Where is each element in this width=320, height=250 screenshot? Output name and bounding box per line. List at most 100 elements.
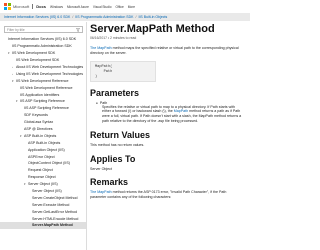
sidebar-item[interactable]: ASP @ Directives <box>0 126 86 133</box>
server-object-link[interactable]: Server Object <box>90 167 240 172</box>
breadcrumb: Internet Information Services (IIS) 6.0 … <box>0 13 250 21</box>
sidebar-item[interactable]: › Using IIS Web Development Technologies <box>0 70 86 77</box>
logo-square-red <box>4 3 7 6</box>
sidebar-item-label: Response Object <box>28 175 56 180</box>
topnav-item[interactable]: Office <box>115 5 123 9</box>
sidebar-item[interactable]: ▾ IIS Web Development Reference <box>0 77 86 84</box>
sidebar-item[interactable]: Server.Execute Method <box>0 201 86 208</box>
mappath-link[interactable]: The MapPath <box>90 190 112 194</box>
company-name: Microsoft <box>13 4 30 9</box>
logo-square-blue <box>4 7 7 10</box>
filter-input[interactable]: Filter by title <box>4 26 83 33</box>
parameter-description: Specifies the relative or virtual path t… <box>102 105 244 124</box>
sidebar-item[interactable]: IIS Application Identifiers <box>0 91 86 98</box>
article-meta: 06/16/2017 • 2 minutes to read <box>90 36 137 40</box>
intro-paragraph: The MapPath method maps the specified re… <box>90 46 240 56</box>
sidebar-item[interactable]: ObjectContext Object (IIS) <box>0 160 86 167</box>
sidebar-item-label: ASP Built-in Objects <box>28 140 61 145</box>
sidebar-item-label: ObjectContext Object (IIS) <box>28 161 70 166</box>
remarks-text: The MapPath method returns the ASP 0173 … <box>90 190 240 200</box>
page-title: Server.MapPath Method <box>90 23 215 35</box>
top-bar: Microsoft Docs Windows Microsoft Azure V… <box>0 0 250 13</box>
sidebar-item-label: IIS ASP Scripting Reference <box>20 99 65 104</box>
sidebar-item-label: About IIS Web Development Technologies <box>16 65 84 69</box>
sidebar-item-label: IIS Web Development Reference <box>16 78 69 83</box>
breadcrumb-item[interactable]: IIS Built-in Objects <box>138 15 167 19</box>
parameters-heading: Parameters <box>90 87 140 98</box>
logo-square-green <box>8 3 11 6</box>
sidebar-item[interactable]: ▾ ASP Built-in Objects <box>0 132 86 139</box>
remarks-heading: Remarks <box>90 177 129 188</box>
sidebar-item[interactable]: Request Object <box>0 167 86 174</box>
sidebar-item[interactable]: › About IIS Web Development Technologies <box>0 64 86 71</box>
sidebar-item[interactable]: Server Object (IIS) <box>0 188 86 195</box>
sidebar-item-label: IIS Application Identifiers <box>20 92 60 97</box>
breadcrumb-separator: / <box>72 15 74 19</box>
sidebar-item[interactable]: Application Object (IIS) <box>0 146 86 153</box>
microsoft-logo[interactable]: Microsoft <box>4 3 29 10</box>
sidebar-item[interactable]: Internet Information Services (IIS) 6.0 … <box>0 36 86 43</box>
top-nav: Windows Microsoft Azure Visual Studio Of… <box>50 5 135 9</box>
applies-to-heading: Applies To <box>90 153 136 164</box>
sidebar-item[interactable]: Server.CreateObject Method <box>0 194 86 201</box>
sidebar-item-label: IIS Web Development Reference <box>20 85 73 90</box>
return-values-heading: Return Values <box>90 129 151 140</box>
sidebar-item-label: Server.Execute Method <box>32 202 70 207</box>
sidebar-item[interactable]: Server.HTMLEncode Method <box>0 215 86 222</box>
sidebar-item[interactable]: Global.asa Syntax <box>0 119 86 126</box>
topnav-item[interactable]: More <box>128 5 135 9</box>
sidebar-item-label: SDF Keywords <box>24 113 48 118</box>
sidebar-item[interactable]: ASPError Object <box>0 153 86 160</box>
breadcrumb-separator: / <box>135 15 137 19</box>
topnav-item[interactable]: Visual Studio <box>93 5 112 9</box>
sidebar-item-label: Application Object (IIS) <box>28 147 65 152</box>
microsoft-logo-icon <box>4 3 11 10</box>
toc-list: Internet Information Services (IIS) 6.0 … <box>0 36 86 229</box>
sidebar-item-label: Server.GetLastError Method <box>32 209 77 214</box>
article: Server.MapPath Method 06/16/2017 • 2 min… <box>90 22 248 250</box>
logo-square-yellow <box>8 7 11 10</box>
mappath-link[interactable]: MapPath <box>174 109 188 113</box>
sidebar-item-label: Server Object (IIS) <box>32 189 62 194</box>
sidebar-item-label: ASP Built-in Objects <box>24 133 57 138</box>
divider <box>32 4 34 9</box>
return-values-text: This method has no return values. <box>90 142 145 147</box>
sidebar-item[interactable]: IIS Programmatic Administration SDK <box>0 43 86 50</box>
syntax-code-block: MapPath( Path ) <box>90 60 156 82</box>
sidebar-item[interactable]: IIS ASP Scripting Reference <box>0 105 86 112</box>
sidebar-item-label: Request Object <box>28 168 53 173</box>
sidebar-item[interactable]: Server.GetLastError Method <box>0 208 86 215</box>
sidebar-item[interactable]: IIS Web Development Reference <box>0 84 86 91</box>
sidebar-item-label: IIS Web Development SDK <box>16 58 60 63</box>
sidebar-toc: Filter by title Internet Information Ser… <box>0 22 87 250</box>
topnav-item[interactable]: Windows <box>50 5 63 9</box>
topnav-item[interactable]: Microsoft Azure <box>67 5 89 9</box>
sidebar-item-label: Server Object (IIS) <box>28 182 58 187</box>
sidebar-item[interactable]: IIS Web Development SDK <box>0 57 86 64</box>
sidebar-item-label: ASPError Object <box>28 154 55 159</box>
sidebar-item[interactable]: ASP Built-in Objects <box>0 139 86 146</box>
sidebar-item[interactable]: Server.MapPath Method <box>0 222 86 229</box>
sidebar-item-label: Global.asa Syntax <box>24 120 54 125</box>
sidebar-item[interactable]: ▾ Server Object (IIS) <box>0 181 86 188</box>
docs-link[interactable]: Docs <box>36 4 46 9</box>
sidebar-item-label: Server.MapPath Method <box>32 223 73 228</box>
sidebar-item[interactable]: SDF Keywords <box>0 112 86 119</box>
sidebar-item[interactable]: ▾ IIS Web Development SDK <box>0 50 86 57</box>
sidebar-item-label: Server.CreateObject Method <box>32 195 78 200</box>
sidebar-item-label: Server.HTMLEncode Method <box>32 216 79 221</box>
mappath-link[interactable]: The MapPath <box>90 46 112 50</box>
filter-icon <box>76 27 80 32</box>
sidebar-item-label: IIS ASP Scripting Reference <box>24 106 69 111</box>
sidebar-item-label: Internet Information Services (IIS) 6.0 … <box>8 37 77 42</box>
sidebar-item-label: IIS Web Development SDK <box>12 51 56 56</box>
breadcrumb-item[interactable]: Internet Information Services (IIS) 6.0 … <box>4 15 70 19</box>
breadcrumb-item[interactable]: IIS Programmatic Administration SDK <box>75 15 133 19</box>
sidebar-item[interactable]: Response Object <box>0 174 86 181</box>
sidebar-item[interactable]: ▾ IIS ASP Scripting Reference <box>0 98 86 105</box>
filter-placeholder: Filter by title <box>7 27 25 32</box>
sidebar-item-label: ASP @ Directives <box>24 127 53 132</box>
intro-text: method maps the specified relative or vi… <box>90 46 239 55</box>
sidebar-item-label: Using IIS Web Development Technologies <box>16 71 83 76</box>
sidebar-item-label: IIS Programmatic Administration SDK <box>12 44 72 49</box>
